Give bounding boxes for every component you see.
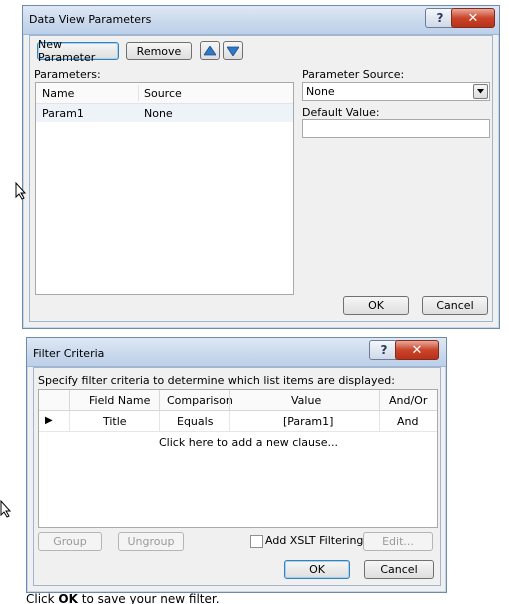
dropdown-button[interactable] bbox=[473, 84, 488, 99]
field-name-cell[interactable]: Title bbox=[103, 415, 127, 428]
title-bar[interactable]: Data View Parameters ? ✕ bbox=[23, 6, 499, 35]
move-down-button[interactable] bbox=[223, 41, 243, 60]
footer-suffix: to save your new filter. bbox=[77, 592, 220, 604]
cancel-label: Cancel bbox=[380, 563, 418, 576]
dialog-title: Filter Criteria bbox=[33, 347, 105, 360]
column-header-value[interactable]: Value bbox=[291, 394, 321, 407]
column-header-name[interactable]: Name bbox=[42, 87, 74, 100]
dialog-body: Specify filter criteria to determine whi… bbox=[33, 367, 441, 586]
column-divider bbox=[379, 411, 380, 431]
parameter-source-label: Parameter Source: bbox=[302, 68, 405, 81]
column-divider bbox=[229, 411, 230, 431]
ok-label: OK bbox=[309, 563, 325, 576]
edit-button[interactable]: Edit... bbox=[363, 532, 433, 551]
title-bar[interactable]: Filter Criteria ? ✕ bbox=[27, 338, 446, 367]
parameter-source-value: None bbox=[306, 85, 335, 98]
grid-header: Field Name Comparison Value And/Or bbox=[39, 390, 437, 411]
arrow-down-icon bbox=[227, 46, 239, 56]
default-value-label: Default Value: bbox=[302, 106, 380, 119]
param-name-cell: Param1 bbox=[42, 107, 84, 120]
close-button[interactable]: ✕ bbox=[451, 8, 495, 28]
data-view-parameters-dialog: Data View Parameters ? ✕ New Parameter R… bbox=[22, 5, 500, 329]
add-clause-link[interactable]: Click here to add a new clause... bbox=[159, 436, 338, 449]
filter-instructions: Specify filter criteria to determine whi… bbox=[38, 374, 395, 387]
parameter-source-select[interactable]: None bbox=[302, 82, 490, 101]
ok-button[interactable]: OK bbox=[284, 560, 350, 579]
column-divider bbox=[69, 390, 70, 410]
chevron-down-icon bbox=[477, 89, 484, 94]
table-row[interactable]: ▶ Title Equals [Param1] And bbox=[39, 411, 437, 432]
cancel-button[interactable]: Cancel bbox=[422, 296, 488, 315]
row-selector-icon: ▶ bbox=[45, 415, 53, 426]
parameters-label: Parameters: bbox=[34, 68, 101, 81]
new-parameter-button[interactable]: New Parameter bbox=[37, 38, 119, 64]
footer-instruction: Click OK to save your new filter. bbox=[26, 592, 220, 604]
mouse-pointer-icon bbox=[0, 500, 12, 518]
dialog-body: New Parameter Remove Parameters: Name So… bbox=[29, 35, 493, 322]
filter-criteria-grid[interactable]: Field Name Comparison Value And/Or ▶ Tit… bbox=[38, 389, 438, 528]
add-xslt-checkbox[interactable] bbox=[250, 535, 263, 548]
column-divider bbox=[379, 390, 380, 410]
and-or-cell[interactable]: And bbox=[397, 415, 418, 428]
column-divider bbox=[159, 390, 160, 410]
remove-button[interactable]: Remove bbox=[126, 42, 192, 60]
parameters-list-header: Name Source bbox=[36, 83, 293, 104]
arrow-up-icon bbox=[204, 45, 216, 55]
remove-label: Remove bbox=[136, 44, 182, 58]
group-button[interactable]: Group bbox=[38, 532, 102, 551]
column-divider bbox=[229, 390, 230, 410]
help-icon: ? bbox=[436, 11, 444, 25]
parameters-list[interactable]: Name Source Param1 None bbox=[35, 82, 294, 295]
default-value-input[interactable] bbox=[302, 119, 490, 138]
close-icon: ✕ bbox=[467, 10, 479, 26]
column-header-field-name[interactable]: Field Name bbox=[89, 394, 150, 407]
edit-label: Edit... bbox=[382, 535, 414, 548]
help-icon: ? bbox=[380, 343, 388, 357]
close-icon: ✕ bbox=[411, 342, 423, 358]
new-parameter-label: New Parameter bbox=[38, 38, 96, 64]
cancel-button[interactable]: Cancel bbox=[364, 560, 434, 579]
column-divider bbox=[138, 85, 139, 101]
comparison-cell[interactable]: Equals bbox=[177, 415, 213, 428]
column-divider bbox=[159, 411, 160, 431]
ok-label: OK bbox=[368, 299, 384, 312]
ungroup-label: Ungroup bbox=[127, 535, 175, 548]
column-header-and-or[interactable]: And/Or bbox=[389, 394, 427, 407]
group-label: Group bbox=[53, 535, 87, 548]
close-button[interactable]: ✕ bbox=[395, 340, 439, 360]
dialog-title: Data View Parameters bbox=[29, 13, 152, 26]
table-row[interactable]: Param1 None bbox=[36, 104, 293, 122]
move-up-button[interactable] bbox=[200, 41, 220, 60]
value-cell[interactable]: [Param1] bbox=[283, 415, 333, 428]
column-header-source[interactable]: Source bbox=[144, 87, 182, 100]
ok-button[interactable]: OK bbox=[343, 296, 409, 315]
ungroup-button[interactable]: Ungroup bbox=[118, 532, 184, 551]
add-xslt-label[interactable]: Add XSLT Filtering bbox=[265, 534, 363, 547]
cancel-label: Cancel bbox=[436, 299, 474, 312]
mouse-pointer-icon bbox=[15, 182, 27, 200]
footer-ok-word: OK bbox=[58, 592, 78, 604]
filter-criteria-dialog: Filter Criteria ? ✕ Specify filter crite… bbox=[26, 337, 447, 593]
column-divider bbox=[69, 411, 70, 431]
column-header-comparison[interactable]: Comparison bbox=[167, 394, 233, 407]
param-source-cell: None bbox=[144, 107, 173, 120]
footer-prefix: Click bbox=[26, 592, 59, 604]
